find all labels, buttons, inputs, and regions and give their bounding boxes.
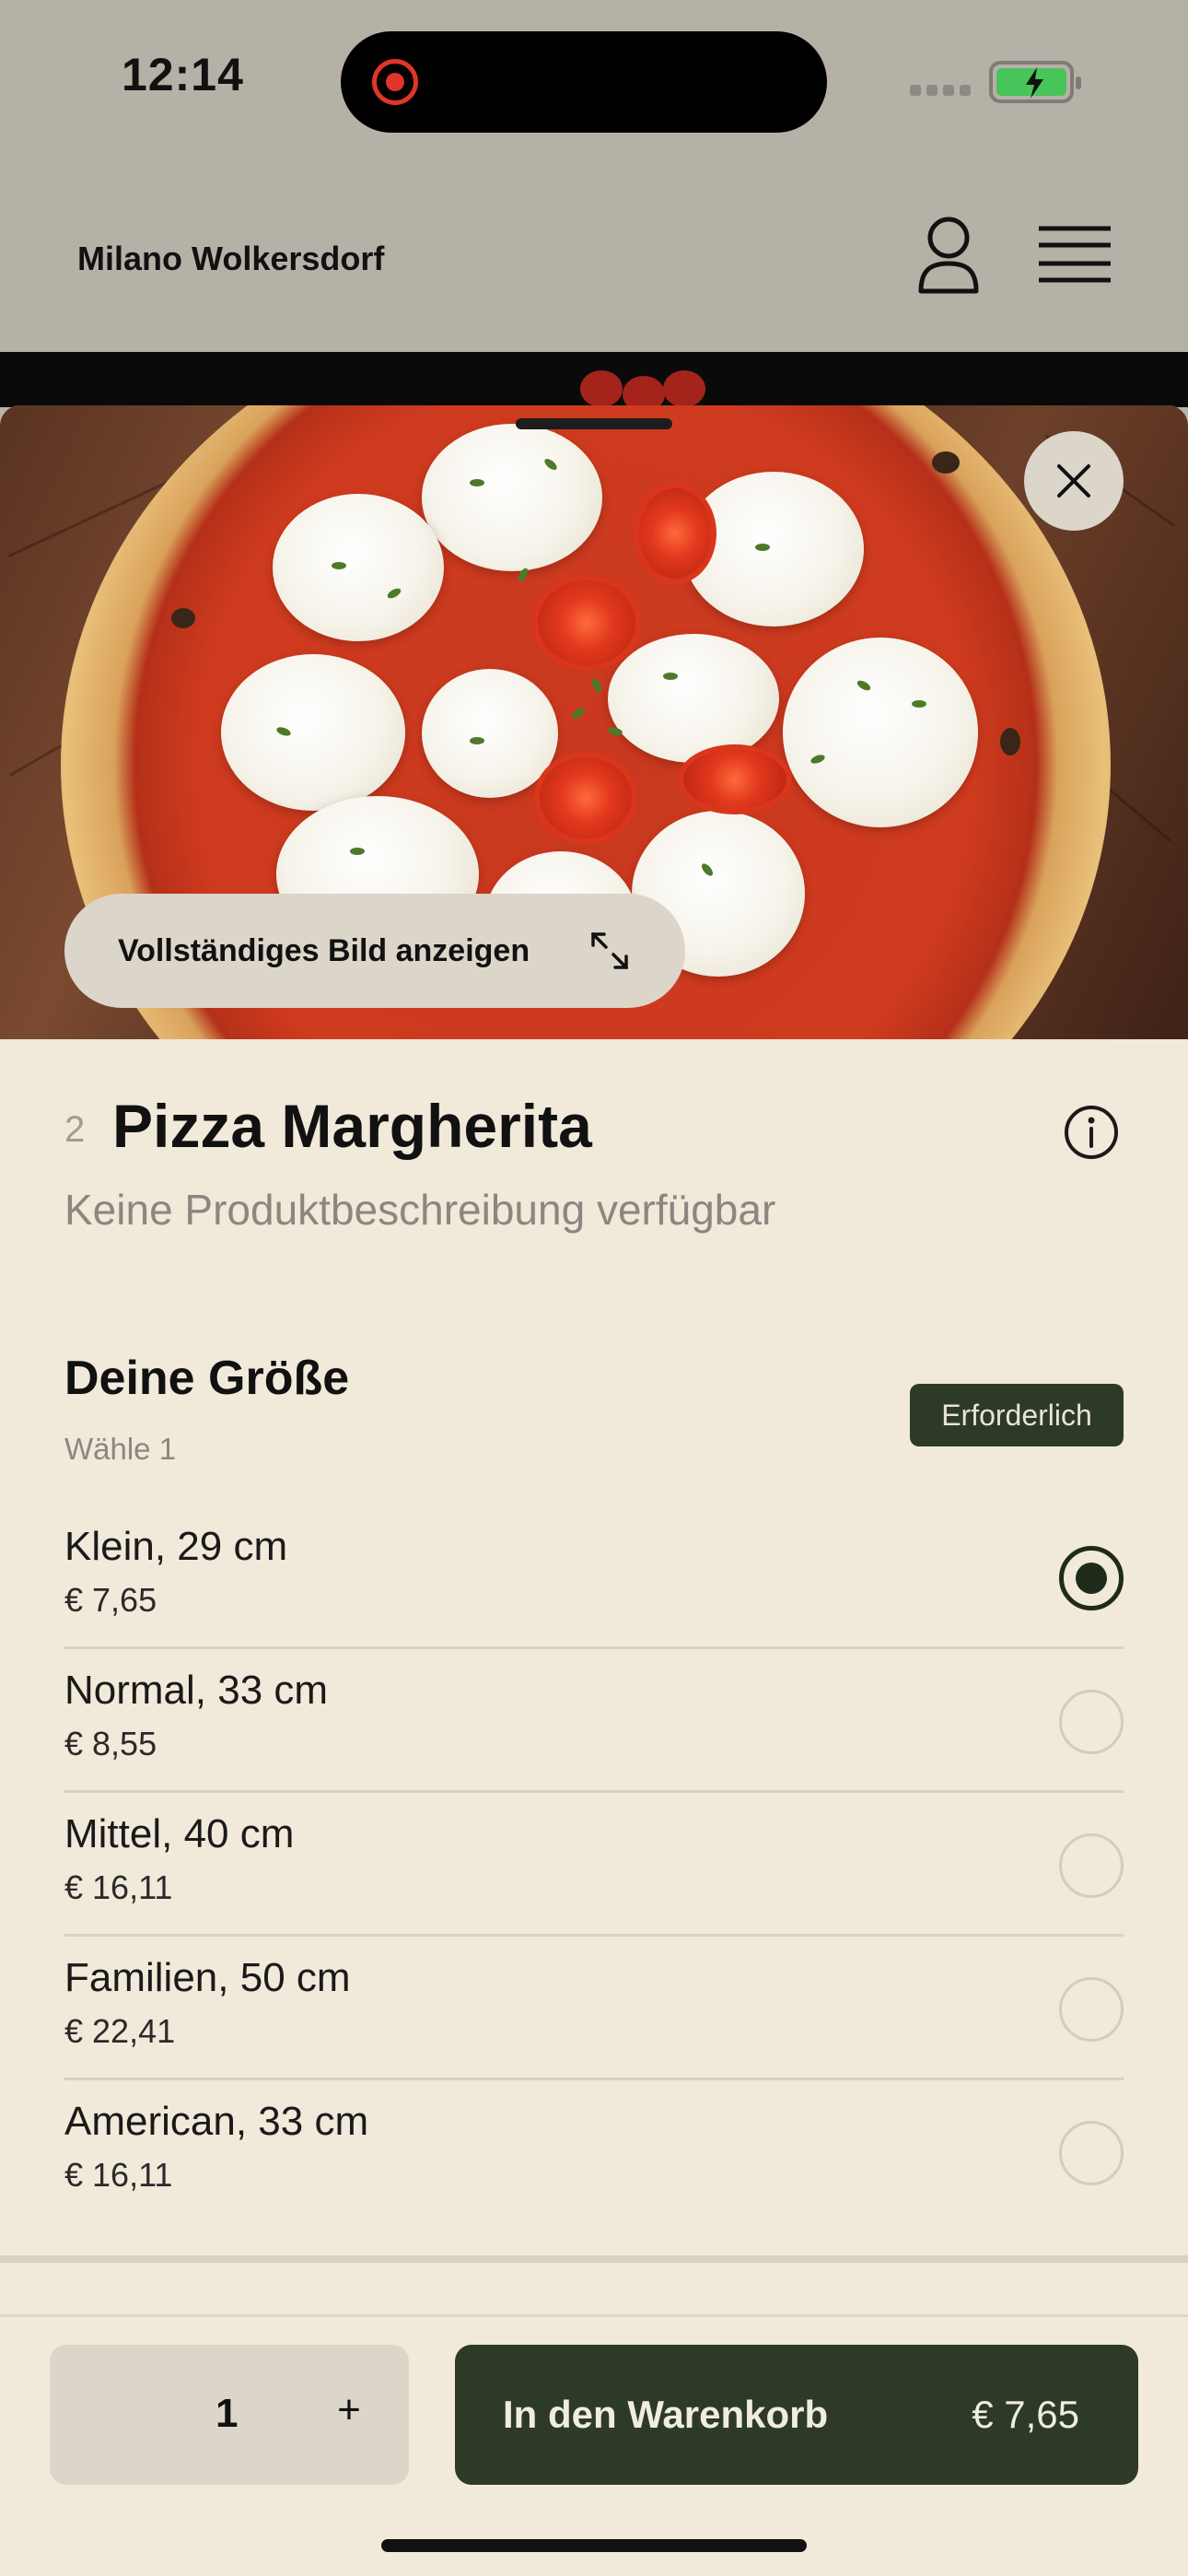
status-bar: 12:14 bbox=[0, 0, 1188, 166]
option-name: Familien, 50 cm bbox=[64, 1955, 351, 2000]
expand-icon bbox=[591, 932, 628, 969]
option-name: American, 33 cm bbox=[64, 2099, 369, 2144]
battery-charging-icon bbox=[989, 61, 1081, 103]
quantity-value: 1 bbox=[215, 2391, 239, 2436]
show-full-image-button[interactable]: Vollständiges Bild anzeigen bbox=[64, 894, 685, 1008]
signal-icon bbox=[910, 85, 973, 98]
radio-button[interactable] bbox=[1059, 2121, 1124, 2185]
required-badge: Erforderlich bbox=[910, 1384, 1124, 1446]
close-button[interactable] bbox=[1024, 431, 1124, 531]
size-option-normal[interactable]: Normal, 33 cm € 8,55 bbox=[64, 1649, 1124, 1793]
size-group-subtitle: Wähle 1 bbox=[64, 1432, 177, 1466]
quantity-plus-button[interactable]: + bbox=[326, 2387, 372, 2442]
option-price: € 22,41 bbox=[64, 2012, 176, 2050]
product-sheet: Vollständiges Bild anzeigen 2 Pizza Marg… bbox=[0, 405, 1188, 2576]
product-image: Vollständiges Bild anzeigen bbox=[0, 405, 1188, 1039]
hamburger-menu-icon[interactable] bbox=[1035, 223, 1114, 287]
bottom-action-bar: 1 + In den Warenkorb € 7,65 bbox=[0, 2314, 1188, 2576]
store-name: Milano Wolkersdorf bbox=[77, 240, 385, 277]
radio-button[interactable] bbox=[1059, 1977, 1124, 2042]
radio-button-selected[interactable] bbox=[1059, 1546, 1124, 1610]
home-indicator[interactable] bbox=[381, 2539, 807, 2552]
size-option-mittel[interactable]: Mittel, 40 cm € 16,11 bbox=[64, 1793, 1124, 1937]
sheet-grabber[interactable] bbox=[516, 418, 672, 429]
radio-button[interactable] bbox=[1059, 1690, 1124, 1754]
option-name: Klein, 29 cm bbox=[64, 1524, 288, 1569]
product-title: Pizza Margherita bbox=[112, 1092, 592, 1160]
app-header: Milano Wolkersdorf bbox=[0, 166, 1188, 352]
user-icon[interactable] bbox=[912, 214, 985, 297]
option-name: Mittel, 40 cm bbox=[64, 1811, 295, 1856]
section-divider bbox=[0, 2255, 1188, 2263]
radio-button[interactable] bbox=[1059, 1833, 1124, 1898]
option-price: € 16,11 bbox=[64, 2156, 173, 2194]
size-option-klein[interactable]: Klein, 29 cm € 7,65 bbox=[64, 1505, 1124, 1649]
cart-total-price: € 7,65 bbox=[972, 2393, 1079, 2436]
size-option-familien[interactable]: Familien, 50 cm € 22,41 bbox=[64, 1937, 1124, 2080]
add-to-cart-button[interactable]: In den Warenkorb € 7,65 bbox=[455, 2345, 1138, 2485]
option-name: Normal, 33 cm bbox=[64, 1668, 329, 1713]
quantity-stepper: 1 + bbox=[50, 2345, 409, 2485]
product-number: 2 bbox=[64, 1109, 86, 1150]
option-price: € 7,65 bbox=[64, 1581, 157, 1619]
info-icon[interactable] bbox=[1063, 1104, 1120, 1161]
background-image-strip bbox=[0, 352, 1188, 407]
option-price: € 8,55 bbox=[64, 1725, 157, 1762]
show-full-image-label: Vollständiges Bild anzeigen bbox=[118, 932, 530, 968]
product-description: Keine Produktbeschreibung verfügbar bbox=[64, 1186, 776, 1234]
add-to-cart-label: In den Warenkorb bbox=[503, 2393, 829, 2436]
status-time: 12:14 bbox=[122, 49, 244, 100]
recording-icon bbox=[372, 59, 418, 105]
option-price: € 16,11 bbox=[64, 1868, 173, 1906]
size-option-american[interactable]: American, 33 cm € 16,11 bbox=[64, 2080, 1124, 2224]
size-group-title: Deine Größe bbox=[64, 1352, 350, 1405]
close-icon bbox=[1057, 464, 1090, 498]
